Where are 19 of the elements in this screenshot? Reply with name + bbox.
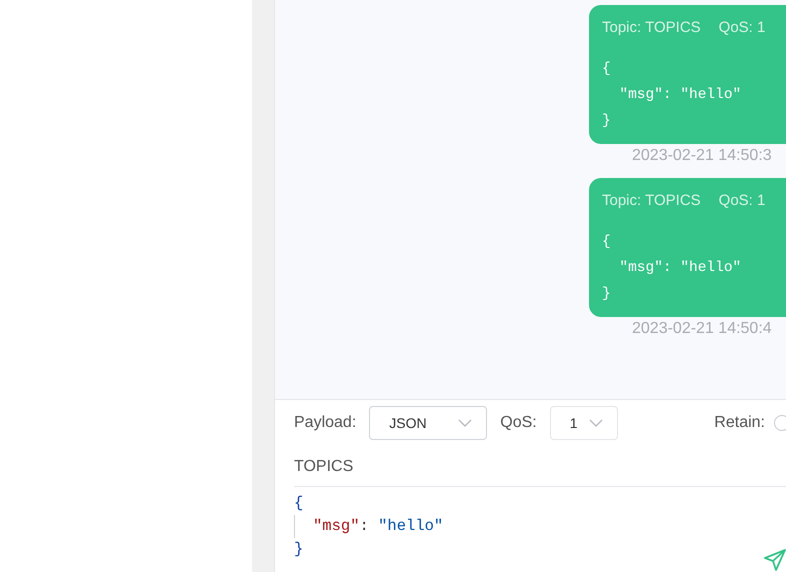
qos-select[interactable]: 1 bbox=[550, 406, 618, 440]
message-topic: Topic: TOPICS bbox=[602, 192, 701, 209]
message-qos: QoS: 1 bbox=[718, 192, 766, 209]
message-qos: QoS: 1 bbox=[718, 19, 766, 36]
message-payload: { "msg": "hello" } bbox=[602, 233, 742, 304]
topic-field[interactable]: TOPICS bbox=[294, 446, 786, 487]
payload-format-select[interactable]: JSON bbox=[369, 406, 488, 440]
message-topic: Topic: TOPICS bbox=[602, 19, 701, 36]
retain-label: Retain: bbox=[714, 414, 765, 432]
chevron-down-icon bbox=[588, 419, 603, 427]
payload-editor[interactable]: { "msg": "hello" } bbox=[294, 487, 786, 561]
message-time: 2023-02-21 14:50:3 bbox=[632, 147, 773, 165]
qos-label: QoS: bbox=[500, 414, 537, 432]
payload-label: Payload: bbox=[294, 414, 356, 432]
chevron-down-icon bbox=[458, 419, 472, 427]
message-time: 2023-02-21 14:50:4 bbox=[632, 320, 773, 338]
message-payload: { "msg": "hello" } bbox=[602, 60, 742, 131]
retain-radio[interactable] bbox=[774, 415, 786, 431]
send-icon[interactable] bbox=[764, 549, 786, 571]
